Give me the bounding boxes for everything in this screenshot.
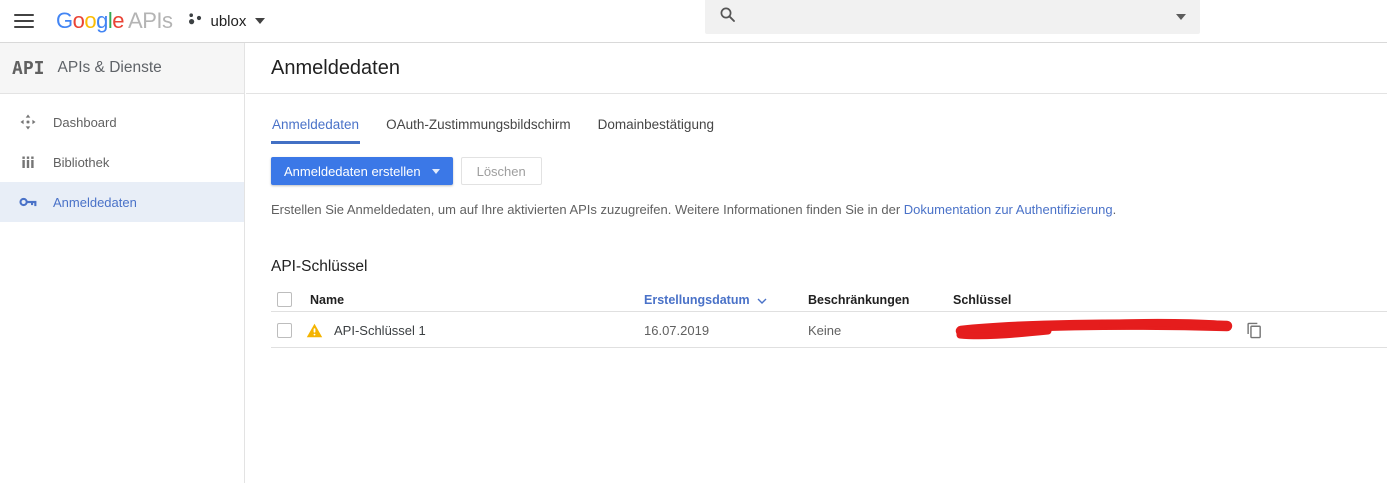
sidebar-product-title: APIs & Dienste <box>58 59 162 77</box>
logo-letter: G <box>56 8 73 34</box>
project-dots-icon <box>188 10 203 32</box>
top-app-bar: Google APIs ublox <box>0 0 1387 43</box>
main-content: Anmeldedaten Anmeldedaten OAuth-Zustimmu… <box>246 43 1387 483</box>
key-restrictions: Keine <box>808 323 953 338</box>
sidebar-item-label: Anmeldedaten <box>53 195 137 210</box>
auth-docs-link[interactable]: Dokumentation zur Authentifizierung <box>904 202 1113 217</box>
tab-oauth-consent[interactable]: OAuth-Zustimmungsbildschirm <box>385 109 572 144</box>
sidebar-item-dashboard[interactable]: Dashboard <box>0 102 244 142</box>
column-header-created-label: Erstellungsdatum <box>644 293 750 307</box>
chevron-down-icon <box>432 169 440 174</box>
column-header-key[interactable]: Schlüssel <box>953 293 1246 307</box>
description-after: . <box>1113 202 1117 217</box>
chevron-down-icon <box>255 18 265 24</box>
project-selector[interactable]: ublox <box>188 10 265 32</box>
redaction-scribble <box>953 312 1238 348</box>
create-credentials-label: Anmeldedaten erstellen <box>284 164 421 179</box>
tab-credentials[interactable]: Anmeldedaten <box>271 109 360 144</box>
tab-domain-verification[interactable]: Domainbestätigung <box>597 109 715 144</box>
column-header-restrictions[interactable]: Beschränkungen <box>808 293 953 307</box>
api-keys-section-title: API-Schlüssel <box>271 258 1387 276</box>
key-name-cell: API-Schlüssel 1 <box>310 323 644 338</box>
create-credentials-button[interactable]: Anmeldedaten erstellen <box>271 157 453 185</box>
copy-icon[interactable] <box>1246 322 1263 339</box>
tab-bar: Anmeldedaten OAuth-Zustimmungsbildschirm… <box>271 109 1387 144</box>
api-keys-table: Name Erstellungsdatum Beschränkungen Sch… <box>271 288 1387 348</box>
page-title: Anmeldedaten <box>271 57 400 80</box>
sidebar-item-label: Bibliothek <box>53 155 109 170</box>
toolbar: Anmeldedaten erstellen Löschen <box>271 157 1387 185</box>
search-icon <box>719 6 736 28</box>
library-icon <box>16 154 40 170</box>
search-input[interactable] <box>705 0 1200 34</box>
sidebar-product-header: API APIs & Dienste <box>0 43 244 94</box>
sidebar-nav: Dashboard Bibliothek <box>0 102 244 222</box>
logo-suffix: APIs <box>128 8 172 34</box>
sidebar: API APIs & Dienste Dashboard <box>0 43 245 483</box>
logo-letter: e <box>112 8 124 34</box>
logo-letter: o <box>84 8 96 34</box>
logo-letter: o <box>73 8 85 34</box>
sidebar-item-label: Dashboard <box>53 115 117 130</box>
dashboard-icon <box>16 113 40 131</box>
table-header-row: Name Erstellungsdatum Beschränkungen Sch… <box>271 288 1387 312</box>
warning-icon <box>306 323 323 338</box>
google-apis-logo: Google APIs <box>56 8 172 34</box>
key-name[interactable]: API-Schlüssel 1 <box>334 323 426 338</box>
sidebar-item-library[interactable]: Bibliothek <box>0 142 244 182</box>
row-checkbox[interactable] <box>277 323 292 338</box>
table-row: API-Schlüssel 1 16.07.2019 Keine <box>271 312 1387 348</box>
page-header: Anmeldedaten <box>246 43 1387 94</box>
sidebar-item-credentials[interactable]: Anmeldedaten <box>0 182 244 222</box>
logo-letter: g <box>96 8 108 34</box>
delete-button[interactable]: Löschen <box>461 157 542 185</box>
column-header-created[interactable]: Erstellungsdatum <box>644 293 808 307</box>
search-dropdown-icon[interactable] <box>1176 14 1186 20</box>
select-all-checkbox[interactable] <box>277 292 292 307</box>
sort-chevron-icon <box>757 293 767 307</box>
menu-icon[interactable] <box>14 14 34 28</box>
key-icon <box>16 195 40 209</box>
api-product-icon: API <box>12 58 45 79</box>
project-name: ublox <box>210 13 246 30</box>
column-header-name[interactable]: Name <box>310 293 644 307</box>
description-text: Erstellen Sie Anmeldedaten, um auf Ihre … <box>271 202 1387 217</box>
key-created-date: 16.07.2019 <box>644 323 808 338</box>
key-value-redacted <box>953 312 1246 348</box>
description-before: Erstellen Sie Anmeldedaten, um auf Ihre … <box>271 202 904 217</box>
